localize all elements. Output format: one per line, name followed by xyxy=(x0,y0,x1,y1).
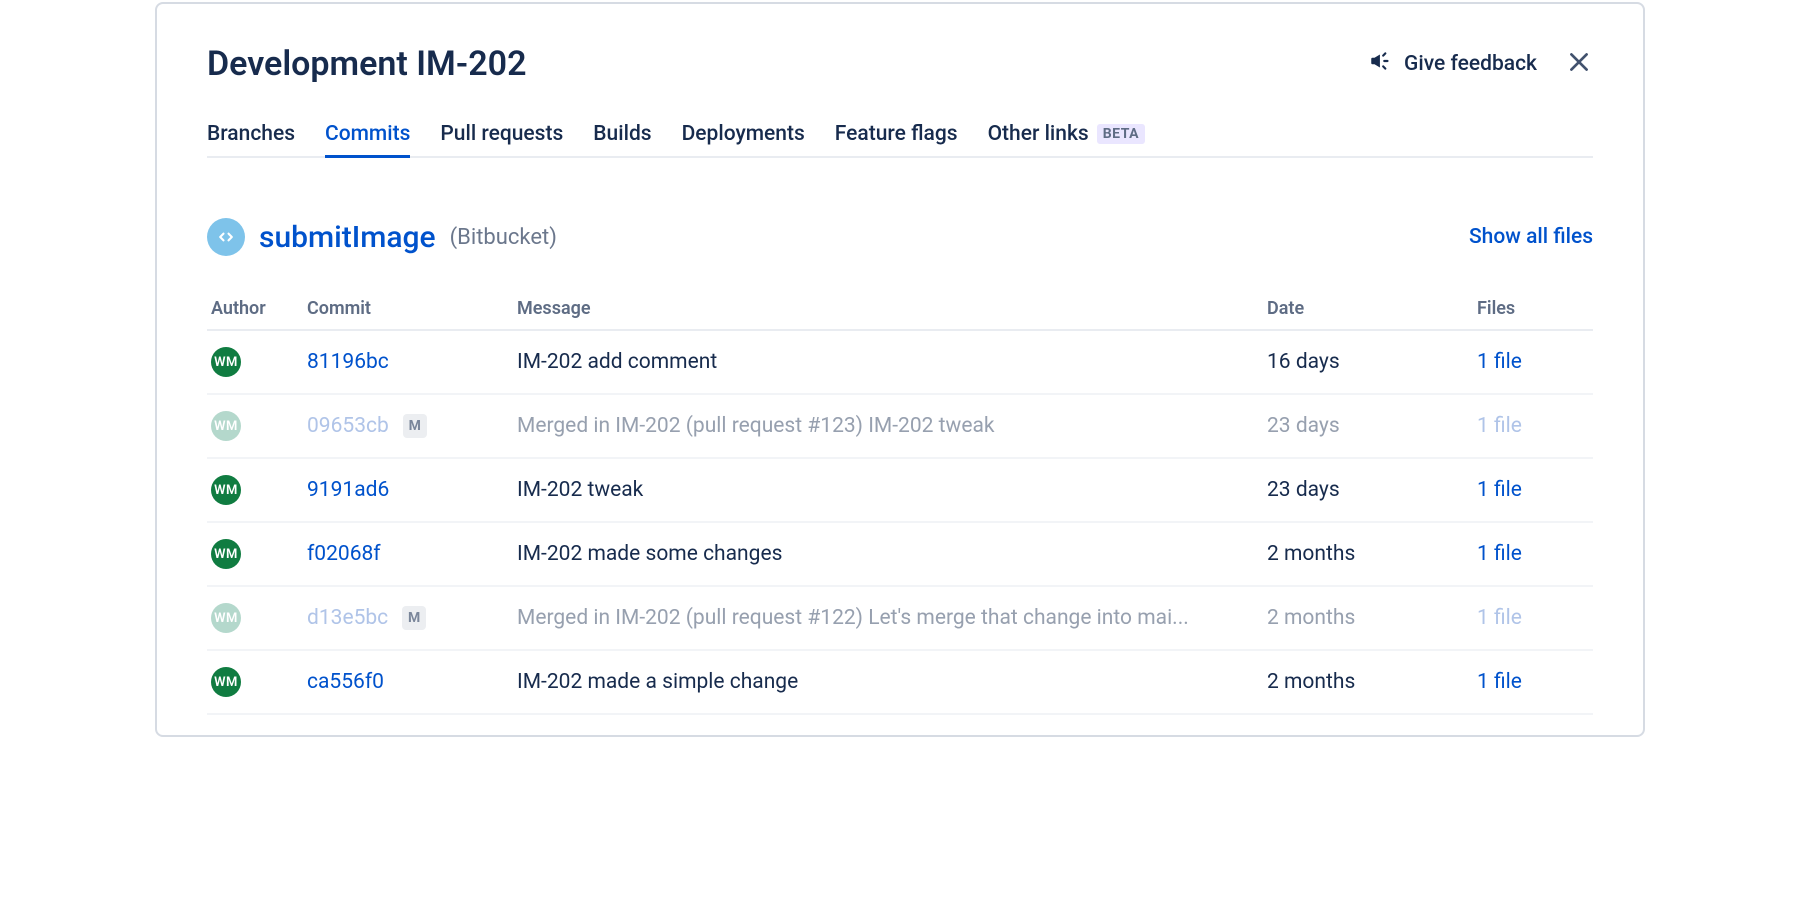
commit-date: 2 months xyxy=(1263,586,1473,650)
beta-badge: BETA xyxy=(1097,124,1145,144)
table-row: WM 81196bc IM-202 add comment16 days1 file xyxy=(207,330,1593,394)
col-header-files: Files xyxy=(1473,290,1593,330)
commits-table: Author Commit Message Date Files WM 81196… xyxy=(207,290,1593,715)
repo-name-link[interactable]: submitImage xyxy=(259,220,436,255)
tab-commits[interactable]: Commits xyxy=(325,116,410,156)
tab-label: Deployments xyxy=(682,122,805,146)
commit-hash-link[interactable]: d13e5bc xyxy=(307,606,388,630)
tab-feature-flags[interactable]: Feature flags xyxy=(835,116,958,156)
close-icon xyxy=(1566,49,1592,79)
avatar: WM xyxy=(211,411,241,441)
merge-badge: M xyxy=(402,606,426,630)
give-feedback-label: Give feedback xyxy=(1404,52,1537,76)
table-row: WM f02068f IM-202 made some changes2 month… xyxy=(207,522,1593,586)
tab-label: Builds xyxy=(593,122,651,146)
files-link[interactable]: 1 file xyxy=(1477,414,1522,438)
tab-label: Commits xyxy=(325,122,410,146)
repo-header: submitImage (Bitbucket) Show all files xyxy=(207,218,1593,256)
tab-label: Other links xyxy=(988,122,1089,146)
development-modal: Development IM-202 Give feedback xyxy=(155,2,1645,737)
commit-hash-link[interactable]: f02068f xyxy=(307,542,381,566)
modal-header: Development IM-202 Give feedback xyxy=(207,44,1593,84)
table-row: WM d13e5bc M Merged in IM-202 (pull request… xyxy=(207,586,1593,650)
tab-deployments[interactable]: Deployments xyxy=(682,116,805,156)
commit-hash-link[interactable]: 81196bc xyxy=(307,350,389,374)
col-header-commit: Commit xyxy=(303,290,513,330)
col-header-date: Date xyxy=(1263,290,1473,330)
commit-date: 2 months xyxy=(1263,522,1473,586)
header-actions: Give feedback xyxy=(1368,48,1593,80)
col-header-author: Author xyxy=(207,290,303,330)
repo-source-label: (Bitbucket) xyxy=(450,225,557,250)
commit-date: 23 days xyxy=(1263,458,1473,522)
files-link[interactable]: 1 file xyxy=(1477,606,1522,630)
commit-date: 2 months xyxy=(1263,650,1473,714)
megaphone-icon xyxy=(1368,48,1394,80)
give-feedback-button[interactable]: Give feedback xyxy=(1368,48,1537,80)
tab-branches[interactable]: Branches xyxy=(207,116,295,156)
table-row: WM 9191ad6 IM-202 tweak23 days1 file xyxy=(207,458,1593,522)
commit-hash-link[interactable]: ca556f0 xyxy=(307,670,384,694)
avatar: WM xyxy=(211,347,241,377)
tab-label: Pull requests xyxy=(440,122,563,146)
commit-message: Merged in IM-202 (pull request #122) Let… xyxy=(517,606,1257,630)
show-all-files-link[interactable]: Show all files xyxy=(1469,225,1593,249)
commit-message: IM-202 add comment xyxy=(517,350,1257,374)
files-link[interactable]: 1 file xyxy=(1477,670,1522,694)
close-button[interactable] xyxy=(1565,50,1593,78)
commit-date: 16 days xyxy=(1263,330,1473,394)
commit-message: IM-202 made some changes xyxy=(517,542,1257,566)
table-row: WM ca556f0 IM-202 made a simple change2 mo… xyxy=(207,650,1593,714)
tab-other-links[interactable]: Other links BETA xyxy=(988,116,1146,156)
commit-date: 23 days xyxy=(1263,394,1473,458)
avatar: WM xyxy=(211,603,241,633)
repo-left: submitImage (Bitbucket) xyxy=(207,218,557,256)
commit-hash-link[interactable]: 09653cb xyxy=(307,414,389,438)
avatar: WM xyxy=(211,539,241,569)
code-icon xyxy=(207,218,245,256)
tab-label: Feature flags xyxy=(835,122,958,146)
modal-title: Development IM-202 xyxy=(207,44,527,84)
files-link[interactable]: 1 file xyxy=(1477,542,1522,566)
commit-hash-link[interactable]: 9191ad6 xyxy=(307,478,389,502)
commit-message: IM-202 tweak xyxy=(517,478,1257,502)
files-link[interactable]: 1 file xyxy=(1477,350,1522,374)
merge-badge: M xyxy=(403,414,427,438)
col-header-message: Message xyxy=(513,290,1263,330)
avatar: WM xyxy=(211,475,241,505)
tab-pull-requests[interactable]: Pull requests xyxy=(440,116,563,156)
table-row: WM 09653cb M Merged in IM-202 (pull request… xyxy=(207,394,1593,458)
commit-message: Merged in IM-202 (pull request #123) IM-… xyxy=(517,414,1257,438)
tab-bar: Branches Commits Pull requests Builds Deploy… xyxy=(207,116,1593,158)
table-header-row: Author Commit Message Date Files xyxy=(207,290,1593,330)
commit-message: IM-202 made a simple change xyxy=(517,670,1257,694)
avatar: WM xyxy=(211,667,241,697)
files-link[interactable]: 1 file xyxy=(1477,478,1522,502)
tab-label: Branches xyxy=(207,122,295,146)
tab-builds[interactable]: Builds xyxy=(593,116,651,156)
